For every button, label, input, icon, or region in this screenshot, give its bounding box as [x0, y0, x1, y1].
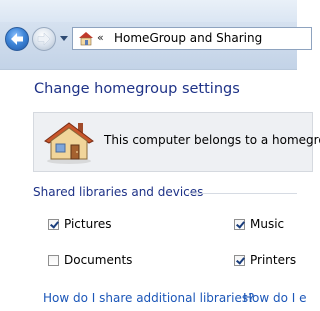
checkbox-row-music[interactable]: Music: [234, 217, 284, 231]
documents-checkbox[interactable]: [48, 254, 59, 266]
checkbox-row-printers[interactable]: Printers: [234, 253, 296, 267]
recent-pages-dropdown[interactable]: [60, 36, 68, 41]
printers-label: Printers: [250, 253, 297, 267]
share-additional-libraries-link[interactable]: How do I share additional libraries?: [43, 291, 254, 305]
pictures-label: Pictures: [64, 217, 112, 231]
address-bar[interactable]: « HomeGroup and Sharing: [72, 27, 312, 50]
checkbox-row-pictures[interactable]: Pictures: [48, 217, 112, 231]
help-link-secondary[interactable]: How do I e: [243, 291, 307, 305]
pictures-checkbox[interactable]: [48, 218, 59, 230]
homegroup-status-text: This computer belongs to a homegro: [104, 133, 320, 147]
checkbox-row-documents[interactable]: Documents: [48, 253, 132, 267]
main-content: Change homegroup settings This computer …: [0, 69, 320, 311]
forward-arrow-icon: [37, 32, 51, 46]
section-divider: [188, 193, 297, 194]
back-button[interactable]: [5, 27, 29, 51]
breadcrumb-overflow-chevron[interactable]: «: [97, 31, 104, 44]
forward-button[interactable]: [32, 27, 56, 51]
documents-label: Documents: [64, 253, 133, 267]
title-strip: [0, 0, 297, 22]
music-label: Music: [250, 217, 285, 231]
section-label-shared-libraries: Shared libraries and devices: [33, 185, 204, 199]
navigation-bar: « HomeGroup and Sharing: [0, 0, 312, 69]
homegroup-info-box: This computer belongs to a homegro: [33, 112, 320, 172]
music-checkbox[interactable]: [234, 218, 245, 230]
breadcrumb-homegroup[interactable]: HomeGroup and Sharing: [114, 31, 262, 45]
page-title: Change homegroup settings: [34, 81, 240, 97]
homegroup-icon: [79, 32, 93, 46]
back-arrow-icon: [11, 33, 23, 45]
printers-checkbox[interactable]: [234, 254, 245, 266]
homegroup-house-icon: [44, 122, 94, 164]
